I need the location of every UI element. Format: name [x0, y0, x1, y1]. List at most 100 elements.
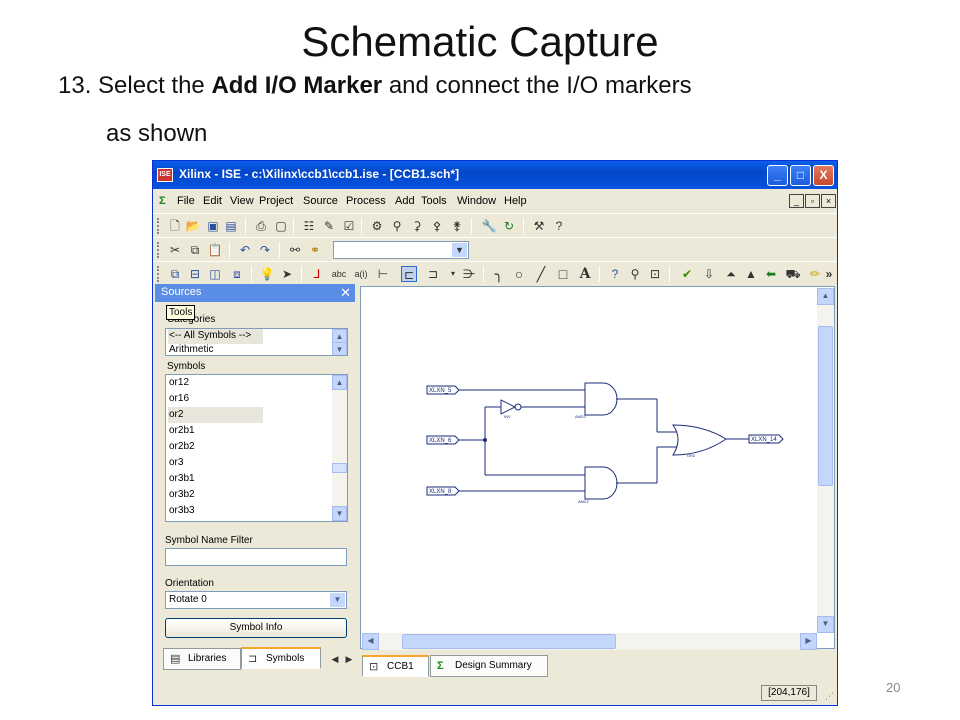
tool-icon[interactable]: ⚒: [531, 218, 547, 234]
new-icon[interactable]: 🗋: [167, 218, 183, 234]
close-button[interactable]: X: [813, 165, 834, 186]
copy-icon[interactable]: ⧉: [187, 242, 203, 258]
menu-process[interactable]: Process: [346, 195, 386, 207]
menu-view[interactable]: View: [230, 195, 254, 207]
add-io-marker-icon[interactable]: ⊏: [401, 266, 417, 282]
ise-app-icon[interactable]: ISE: [157, 168, 173, 182]
symbol-wizard-icon[interactable]: ⚲: [627, 266, 643, 282]
schematic-canvas[interactable]: XLXN_5 XLXN_6 XLXN_8 XLXN_14 INV AND2 AN…: [360, 286, 835, 649]
find-combo[interactable]: ▼: [333, 241, 469, 259]
toolbar-grip[interactable]: [157, 242, 160, 258]
lightbulb-icon[interactable]: 💡: [259, 266, 275, 282]
mdi-restore-button[interactable]: ▫: [805, 194, 820, 208]
mdi-minimize-button[interactable]: _: [789, 194, 804, 208]
list-item[interactable]: or3: [168, 455, 263, 471]
save-icon[interactable]: ▣: [205, 218, 221, 234]
chevron-down-icon[interactable]: ▼: [452, 243, 467, 257]
tab-design-summary[interactable]: Σ Design Summary: [430, 655, 548, 677]
menu-window[interactable]: Window: [457, 195, 496, 207]
push-down-icon[interactable]: ⇩: [701, 266, 717, 282]
list-item[interactable]: or3b2: [168, 487, 263, 503]
symbol-info-button[interactable]: Symbol Info: [165, 618, 347, 638]
tab-libraries[interactable]: ▤ Libraries: [163, 648, 241, 670]
list-item[interactable]: or2: [168, 407, 263, 423]
help-pointer-icon[interactable]: ?: [551, 218, 567, 234]
menu-add[interactable]: Add: [395, 195, 415, 207]
check-icon[interactable]: ☑: [341, 218, 357, 234]
hierarchy-up-icon[interactable]: ⚴: [429, 218, 445, 234]
menu-project[interactable]: Project: [259, 195, 293, 207]
menu-help[interactable]: Help: [504, 195, 527, 207]
scroll-thumb[interactable]: [332, 463, 347, 473]
find-in-files-icon[interactable]: ⚭: [307, 242, 323, 258]
hierarchy-icon[interactable]: ⚲: [389, 218, 405, 234]
canvas-horizontal-scrollbar[interactable]: ◀ ▶: [362, 633, 817, 650]
menu-source[interactable]: Source: [303, 195, 338, 207]
symbols-list[interactable]: or12 or16 or2 or2b1 or2b2 or3 or3b1 or3b…: [165, 374, 348, 522]
list-item[interactable]: or12: [168, 375, 263, 391]
scroll-up-icon[interactable]: ▲: [332, 375, 347, 390]
mdi-close-button[interactable]: ×: [821, 194, 836, 208]
add-symbol-icon[interactable]: ⊐: [425, 266, 441, 282]
refresh-icon[interactable]: ↻: [501, 218, 517, 234]
toolbar-grip[interactable]: [157, 266, 160, 282]
select-pointer-icon[interactable]: ➤: [279, 266, 295, 282]
tile-vertical-icon[interactable]: ◫: [207, 266, 223, 282]
truck-icon[interactable]: ⛟: [785, 266, 801, 282]
pop-up-icon[interactable]: ⏶: [723, 266, 739, 282]
properties-icon[interactable]: ☷: [301, 218, 317, 234]
text-icon[interactable]: A: [577, 266, 593, 282]
close-icon[interactable]: ✕: [340, 285, 351, 301]
scroll-left-icon[interactable]: ◀: [362, 633, 379, 650]
resize-grip-icon[interactable]: ⋰: [825, 691, 834, 702]
list-item[interactable]: Arithmetic: [168, 342, 263, 355]
up-arrow-icon[interactable]: ▲: [743, 266, 759, 282]
tile-horizontal-icon[interactable]: ⊟: [187, 266, 203, 282]
find-icon[interactable]: ⚯: [287, 242, 303, 258]
check-schematic-icon[interactable]: ✔: [679, 266, 695, 282]
hierarchy-down-icon[interactable]: ⚳: [409, 218, 425, 234]
canvas-vertical-scrollbar[interactable]: ▲ ▼: [817, 288, 834, 633]
save-all-icon[interactable]: ▤: [223, 218, 239, 234]
scroll-thumb[interactable]: [818, 326, 833, 486]
gear-icon[interactable]: ⚙: [369, 218, 385, 234]
scroll-down-icon[interactable]: ▼: [332, 506, 347, 521]
title-bar[interactable]: ISE Xilinx - ISE - c:\Xilinx\ccb1\ccb1.i…: [153, 161, 837, 189]
schematic-icon[interactable]: ⊡: [647, 266, 663, 282]
chevron-right-icon[interactable]: »: [821, 266, 837, 282]
line-icon[interactable]: ╱: [533, 266, 549, 282]
circle-icon[interactable]: ○: [511, 266, 527, 282]
maximize-button[interactable]: □: [790, 165, 811, 186]
tab-scroll-right-icon[interactable]: ▶: [341, 651, 357, 667]
rectangle-icon[interactable]: □: [555, 266, 571, 282]
add-wire-icon[interactable]: ⅃: [309, 266, 325, 282]
open-icon[interactable]: 📂: [185, 218, 201, 234]
dropdown-arrow-icon[interactable]: ▾: [445, 266, 461, 282]
window-icon[interactable]: ⧈: [229, 266, 245, 282]
toolbar-grip[interactable]: [157, 218, 160, 234]
minimize-button[interactable]: _: [767, 165, 788, 186]
wrench-icon[interactable]: 🔧: [481, 218, 497, 234]
scrollbar[interactable]: ▲ ▼: [332, 375, 347, 521]
add-net-name-icon[interactable]: abc: [331, 266, 347, 282]
list-item[interactable]: or2b2: [168, 439, 263, 455]
list-item[interactable]: or16: [168, 391, 263, 407]
print-icon[interactable]: ⎙: [253, 218, 269, 234]
scroll-up-icon[interactable]: ▲: [817, 288, 834, 305]
tab-ccb1[interactable]: ⊡ CCB1: [362, 655, 429, 677]
menu-file[interactable]: File: [177, 195, 195, 207]
cut-icon[interactable]: ✂: [167, 242, 183, 258]
menu-edit[interactable]: Edit: [203, 195, 222, 207]
scrollbar[interactable]: ▲ ▼: [332, 329, 347, 355]
edit-icon[interactable]: ✎: [321, 218, 337, 234]
redo-icon[interactable]: ↷: [257, 242, 273, 258]
undo-icon[interactable]: ↶: [237, 242, 253, 258]
scroll-down-icon[interactable]: ▼: [332, 342, 347, 355]
help-doc-icon[interactable]: ?: [607, 266, 623, 282]
chevron-down-icon[interactable]: ▼: [330, 593, 345, 607]
cascade-icon[interactable]: ⧉: [167, 266, 183, 282]
back-arrow-icon[interactable]: ⬅: [763, 266, 779, 282]
scroll-thumb[interactable]: [402, 634, 616, 649]
categories-list[interactable]: <-- All Symbols --> Arithmetic ▲ ▼: [165, 328, 348, 356]
list-item[interactable]: or3b3: [168, 503, 263, 519]
